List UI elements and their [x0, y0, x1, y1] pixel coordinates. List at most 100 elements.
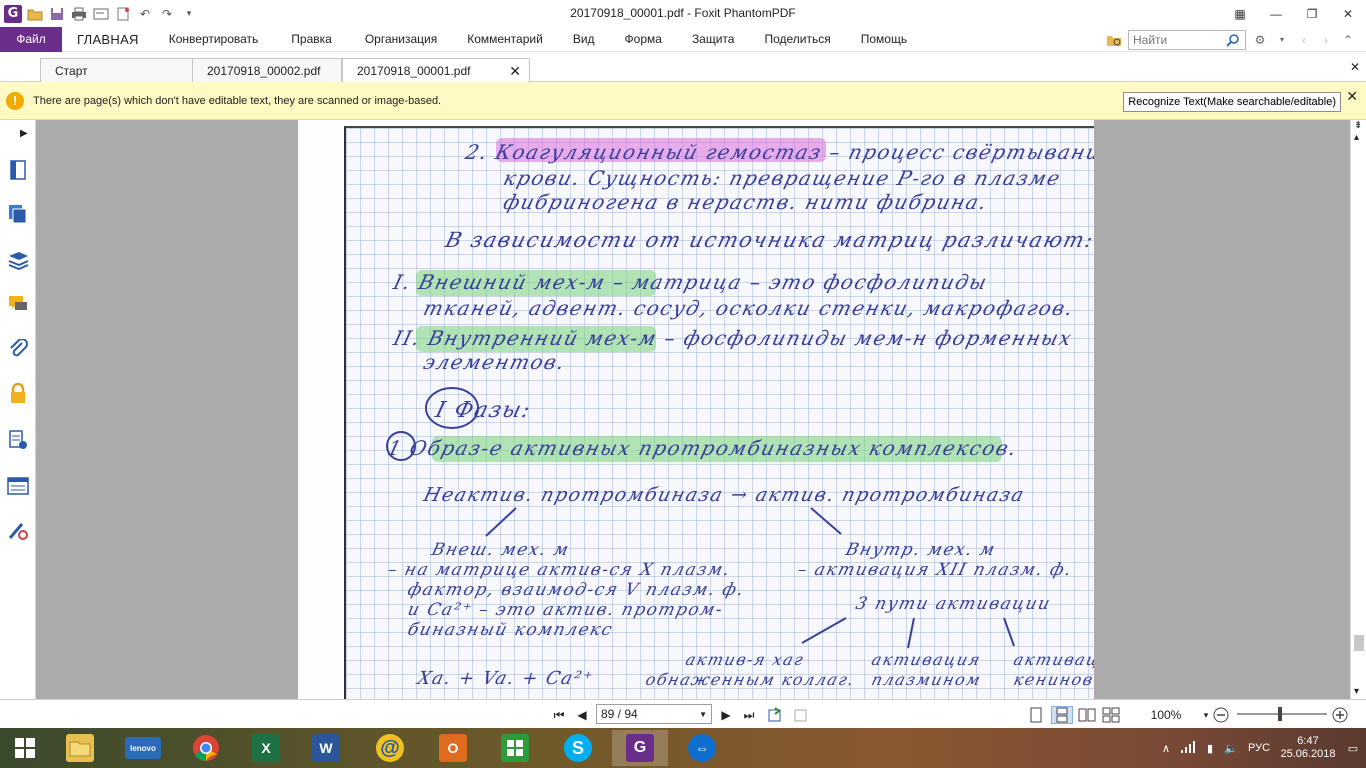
bookmarks-icon[interactable] [6, 248, 30, 272]
document-viewport[interactable]: 2. Коагуляционный гемостаз – процесс свё… [36, 120, 1350, 699]
continuous-view-icon[interactable] [1051, 706, 1073, 724]
infobar-close-icon[interactable]: ✕ [1346, 88, 1358, 105]
layers-pages-icon[interactable] [6, 202, 30, 226]
attachments-icon[interactable] [6, 338, 30, 362]
undo-icon[interactable]: ↶ [136, 5, 154, 23]
volume-icon[interactable]: 🔈 [1220, 742, 1242, 755]
next-page-icon[interactable]: ▶ [718, 706, 734, 724]
recognize-text-button[interactable]: Recognize Text(Make searchable/editable) [1123, 92, 1341, 112]
single-page-view-icon[interactable] [1027, 706, 1045, 724]
taskbar-store[interactable] [487, 730, 543, 766]
print-icon[interactable] [70, 5, 88, 23]
restore-button[interactable]: ❐ [1294, 0, 1330, 27]
taskbar-excel[interactable]: X [238, 730, 294, 766]
taskbar-outlook[interactable]: O [425, 730, 481, 766]
taskbar-mail[interactable]: @ [362, 730, 418, 766]
taskbar-lenovo[interactable]: lenovo [115, 730, 171, 766]
tab-doc-00001[interactable]: 20170918_00001.pdf ✕ [342, 58, 530, 83]
previous-view-icon[interactable] [766, 706, 786, 724]
taskbar-chrome[interactable] [178, 730, 234, 766]
expand-panel-icon[interactable]: ▶ [20, 128, 28, 139]
menu-protect[interactable]: Защита [677, 27, 750, 52]
zoom-dropdown-icon[interactable]: ▾ [1200, 706, 1212, 724]
split-view-icon[interactable]: ⇟ [1354, 120, 1362, 131]
search-input[interactable] [1129, 30, 1225, 49]
menu-organize[interactable]: Организация [350, 27, 452, 52]
menu-view[interactable]: Вид [558, 27, 610, 52]
page-thumbnails-icon[interactable] [6, 158, 30, 182]
windows-logo-icon [15, 738, 35, 758]
form-fields-icon[interactable] [6, 474, 30, 498]
vertical-scrollbar[interactable]: ⇟ ▴ ▾ [1350, 120, 1366, 699]
tab-start[interactable]: Старт [40, 58, 195, 82]
zoom-in-icon[interactable] [1332, 706, 1348, 724]
battery-icon[interactable]: ▮ [1200, 742, 1220, 755]
zoom-slider-thumb[interactable] [1278, 707, 1282, 721]
collapse-ribbon-icon[interactable]: ⌃ [1340, 32, 1356, 48]
properties-icon[interactable] [92, 5, 110, 23]
foxit-logo-icon[interactable]: G [4, 4, 22, 23]
previous-result-icon[interactable]: ‹ [1296, 32, 1312, 48]
menu-edit[interactable]: Правка [273, 27, 350, 52]
settings-gear-icon[interactable]: ⚙ [1252, 32, 1268, 48]
mail-icon: @ [376, 734, 404, 762]
close-all-tabs-icon[interactable]: ✕ [1350, 60, 1360, 74]
menu-form[interactable]: Форма [610, 27, 677, 52]
facing-view-icon[interactable] [1077, 706, 1097, 724]
scroll-down-icon[interactable]: ▾ [1354, 686, 1359, 697]
file-menu-button[interactable]: Файл [0, 26, 62, 52]
redo-icon[interactable]: ↷ [158, 5, 176, 23]
open-folder-icon[interactable] [26, 5, 44, 23]
search-icon[interactable] [1225, 32, 1241, 48]
page-dropdown-icon[interactable]: ▼ [699, 710, 707, 719]
menu-home[interactable]: ГЛАВНАЯ [62, 27, 154, 52]
show-hidden-icons[interactable]: ∧ [1156, 742, 1176, 755]
scroll-up-icon[interactable]: ▴ [1354, 132, 1359, 143]
new-document-icon[interactable] [114, 5, 132, 23]
previous-page-icon[interactable]: ◀ [574, 706, 590, 724]
find-folder-icon[interactable] [1106, 32, 1122, 48]
content-edit-icon[interactable] [6, 518, 30, 542]
zoom-slider-track[interactable] [1237, 713, 1327, 715]
taskbar-foxit-pdf[interactable]: G [612, 730, 668, 766]
menu-comment[interactable]: Комментарий [452, 27, 558, 52]
continuous-facing-view-icon[interactable] [1101, 706, 1121, 724]
system-clock[interactable]: 6:47 25.06.2018 [1276, 735, 1340, 761]
tab-close-icon[interactable]: ✕ [509, 63, 521, 80]
taskbar-skype[interactable]: S [550, 730, 606, 766]
zoom-level[interactable]: 100% [1146, 706, 1186, 724]
menu-convert[interactable]: Конвертировать [154, 27, 274, 52]
search-box[interactable] [1128, 29, 1246, 50]
close-button[interactable]: ✕ [1330, 0, 1366, 27]
notifications-icon[interactable]: ▭ [1340, 742, 1366, 755]
start-button[interactable] [0, 730, 50, 766]
taskbar-word[interactable]: W [298, 730, 354, 766]
ribbon-menu: Файл ГЛАВНАЯ Конвертировать Правка Орган… [0, 26, 1366, 52]
language-indicator[interactable]: РУС [1242, 742, 1276, 754]
teamviewer-icon: ⇔ [688, 734, 716, 762]
last-page-icon[interactable]: ⏭ [740, 706, 758, 724]
security-icon[interactable] [6, 382, 30, 406]
tab-label: 20170918_00002.pdf [207, 63, 321, 78]
tab-label: 20170918_00001.pdf [357, 64, 471, 78]
zoom-out-icon[interactable] [1213, 706, 1229, 724]
comments-icon[interactable] [6, 292, 30, 316]
next-result-icon[interactable]: › [1318, 32, 1334, 48]
signatures-icon[interactable] [6, 428, 30, 452]
tab-doc-00002[interactable]: 20170918_00002.pdf [192, 58, 342, 82]
menu-share[interactable]: Поделиться [749, 27, 845, 52]
network-icon[interactable] [1176, 740, 1200, 756]
settings-dropdown-icon[interactable]: ▾ [1274, 32, 1290, 48]
taskbar-teamviewer[interactable]: ⇔ [674, 730, 730, 766]
taskbar-file-explorer[interactable] [52, 730, 108, 766]
first-page-icon[interactable]: ⏮ [550, 706, 568, 724]
save-icon[interactable] [48, 5, 66, 23]
customize-toolbar-icon[interactable]: ▾ [180, 5, 198, 23]
system-tray: ∧ ▮ 🔈 РУС 6:47 25.06.2018 ▭ [1156, 728, 1366, 768]
minimize-button[interactable]: — [1258, 0, 1294, 27]
ribbon-display-icon[interactable]: ▦ [1222, 0, 1258, 27]
scrollbar-thumb[interactable] [1354, 635, 1364, 651]
page-number-field[interactable]: 89 / 94 ▼ [596, 704, 712, 724]
next-view-icon[interactable] [792, 706, 812, 724]
menu-help[interactable]: Помощь [846, 27, 922, 52]
